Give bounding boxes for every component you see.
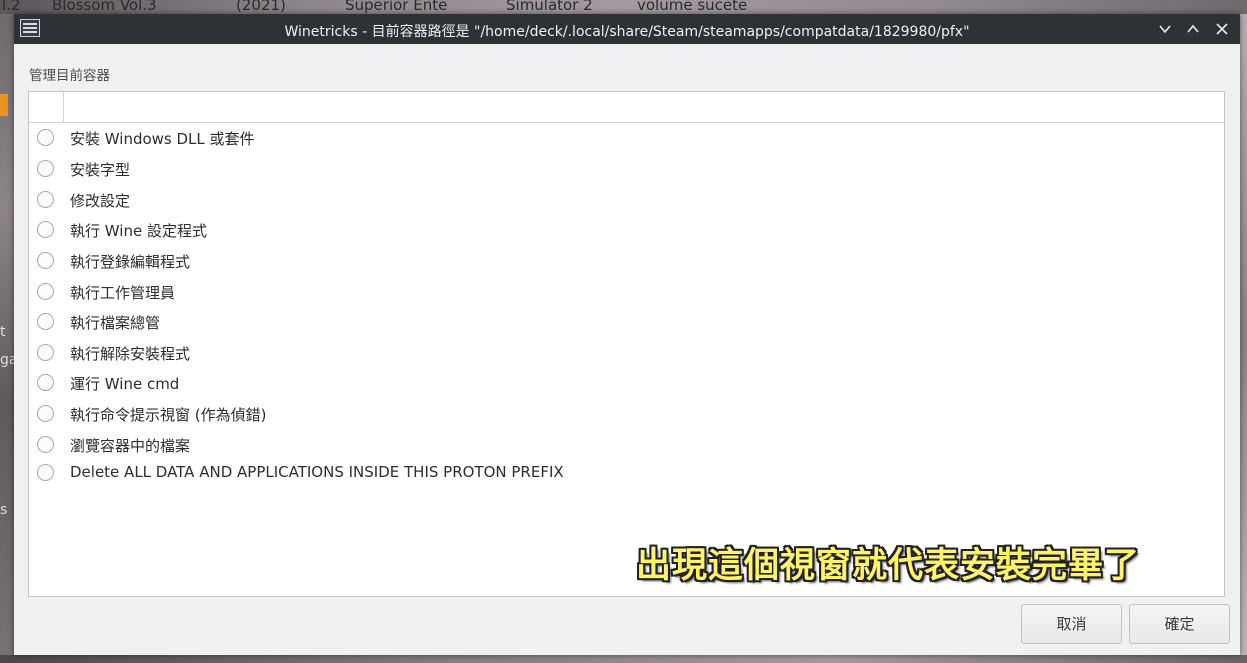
option-label: 安裝字型	[70, 161, 131, 179]
list-item[interactable]: 執行 Wine 設定程式	[29, 217, 1224, 245]
desktop-background-right	[1240, 14, 1247, 663]
close-button[interactable]	[1211, 18, 1233, 40]
options-list: 安裝 Windows DLL 或套件 安裝字型 修改設定 執行 Wine 設定程…	[28, 91, 1225, 597]
maximize-button[interactable]	[1182, 18, 1204, 40]
radio-button[interactable]	[37, 344, 54, 361]
option-label: 執行登錄編輯程式	[70, 253, 191, 271]
radio-button[interactable]	[37, 405, 54, 422]
option-label: 瀏覽容器中的檔案	[70, 437, 191, 455]
list-item[interactable]: 安裝字型	[29, 156, 1224, 184]
radio-button[interactable]	[37, 221, 54, 238]
option-label: 執行檔案總管	[70, 314, 161, 332]
radio-button[interactable]	[37, 283, 54, 300]
option-label: 執行命令提示視窗 (作為偵錯)	[70, 406, 267, 424]
desktop-icon	[0, 94, 8, 116]
ok-button[interactable]: 確定	[1129, 604, 1230, 644]
list-header	[29, 92, 1224, 123]
list-item[interactable]: 執行檔案總管	[29, 309, 1224, 337]
list-item[interactable]: 執行登錄編輯程式	[29, 248, 1224, 276]
radio-button[interactable]	[37, 160, 54, 177]
chevron-up-icon	[1187, 24, 1199, 33]
chevron-down-icon	[1159, 25, 1171, 34]
list-item[interactable]: 執行命令提示視窗 (作為偵錯)	[29, 401, 1224, 429]
radio-button[interactable]	[37, 436, 54, 453]
option-label: 安裝 Windows DLL 或套件	[70, 130, 255, 148]
window-title: Winetricks - 目前容器路徑是 "/home/deck/.local/…	[284, 24, 970, 40]
radio-button[interactable]	[37, 313, 54, 330]
desktop-text-fragment: ga	[0, 352, 14, 368]
desktop-text-fragment: Superior Ente	[345, 0, 448, 14]
desktop-background-left: t ga s	[0, 14, 14, 663]
list-item[interactable]: 運行 Wine cmd	[29, 370, 1224, 398]
desktop-text-fragment: (2021)	[236, 0, 286, 14]
option-label: 運行 Wine cmd	[70, 375, 180, 393]
list-item[interactable]: 安裝 Windows DLL 或套件	[29, 125, 1224, 153]
desktop-text-fragment: volume sucete	[637, 0, 748, 14]
option-label: 修改設定	[70, 192, 131, 210]
minimize-button[interactable]	[1154, 18, 1176, 40]
list-item[interactable]: Delete ALL DATA AND APPLICATIONS INSIDE …	[29, 460, 1224, 488]
radio-button[interactable]	[37, 252, 54, 269]
cancel-button[interactable]: 取消	[1021, 604, 1122, 644]
subtitle-caption: 出現這個視窗就代表安裝完畢了	[636, 546, 1141, 586]
radio-button[interactable]	[37, 464, 54, 481]
desktop-text-fragment: Blossom Vol.3	[52, 0, 157, 14]
option-label: 執行 Wine 設定程式	[70, 222, 207, 240]
option-label: Delete ALL DATA AND APPLICATIONS INSIDE …	[70, 463, 564, 481]
list-item[interactable]: 執行解除安裝程式	[29, 340, 1224, 368]
list-item[interactable]: 修改設定	[29, 187, 1224, 215]
option-label: 執行解除安裝程式	[70, 345, 191, 363]
desktop-text-fragment: Simulator 2	[506, 0, 593, 14]
radio-button[interactable]	[37, 129, 54, 146]
title-bar[interactable]: Winetricks - 目前容器路徑是 "/home/deck/.local/…	[14, 14, 1240, 44]
desktop-background-bottom	[0, 655, 1247, 663]
desktop-text-fragment: t	[0, 324, 6, 340]
close-icon	[1216, 23, 1228, 35]
radio-button[interactable]	[37, 191, 54, 208]
list-item[interactable]: 執行工作管理員	[29, 279, 1224, 307]
desktop-background-top: l.2 Blossom Vol.3 (2021) Superior Ente S…	[0, 0, 1247, 14]
section-label: 管理目前容器	[29, 68, 110, 84]
list-item[interactable]: 瀏覽容器中的檔案	[29, 432, 1224, 460]
option-label: 執行工作管理員	[70, 284, 176, 302]
radio-button[interactable]	[37, 374, 54, 391]
desktop-text-fragment: s	[0, 502, 8, 518]
header-divider	[63, 92, 64, 122]
desktop-text-fragment: l.2	[2, 0, 21, 14]
